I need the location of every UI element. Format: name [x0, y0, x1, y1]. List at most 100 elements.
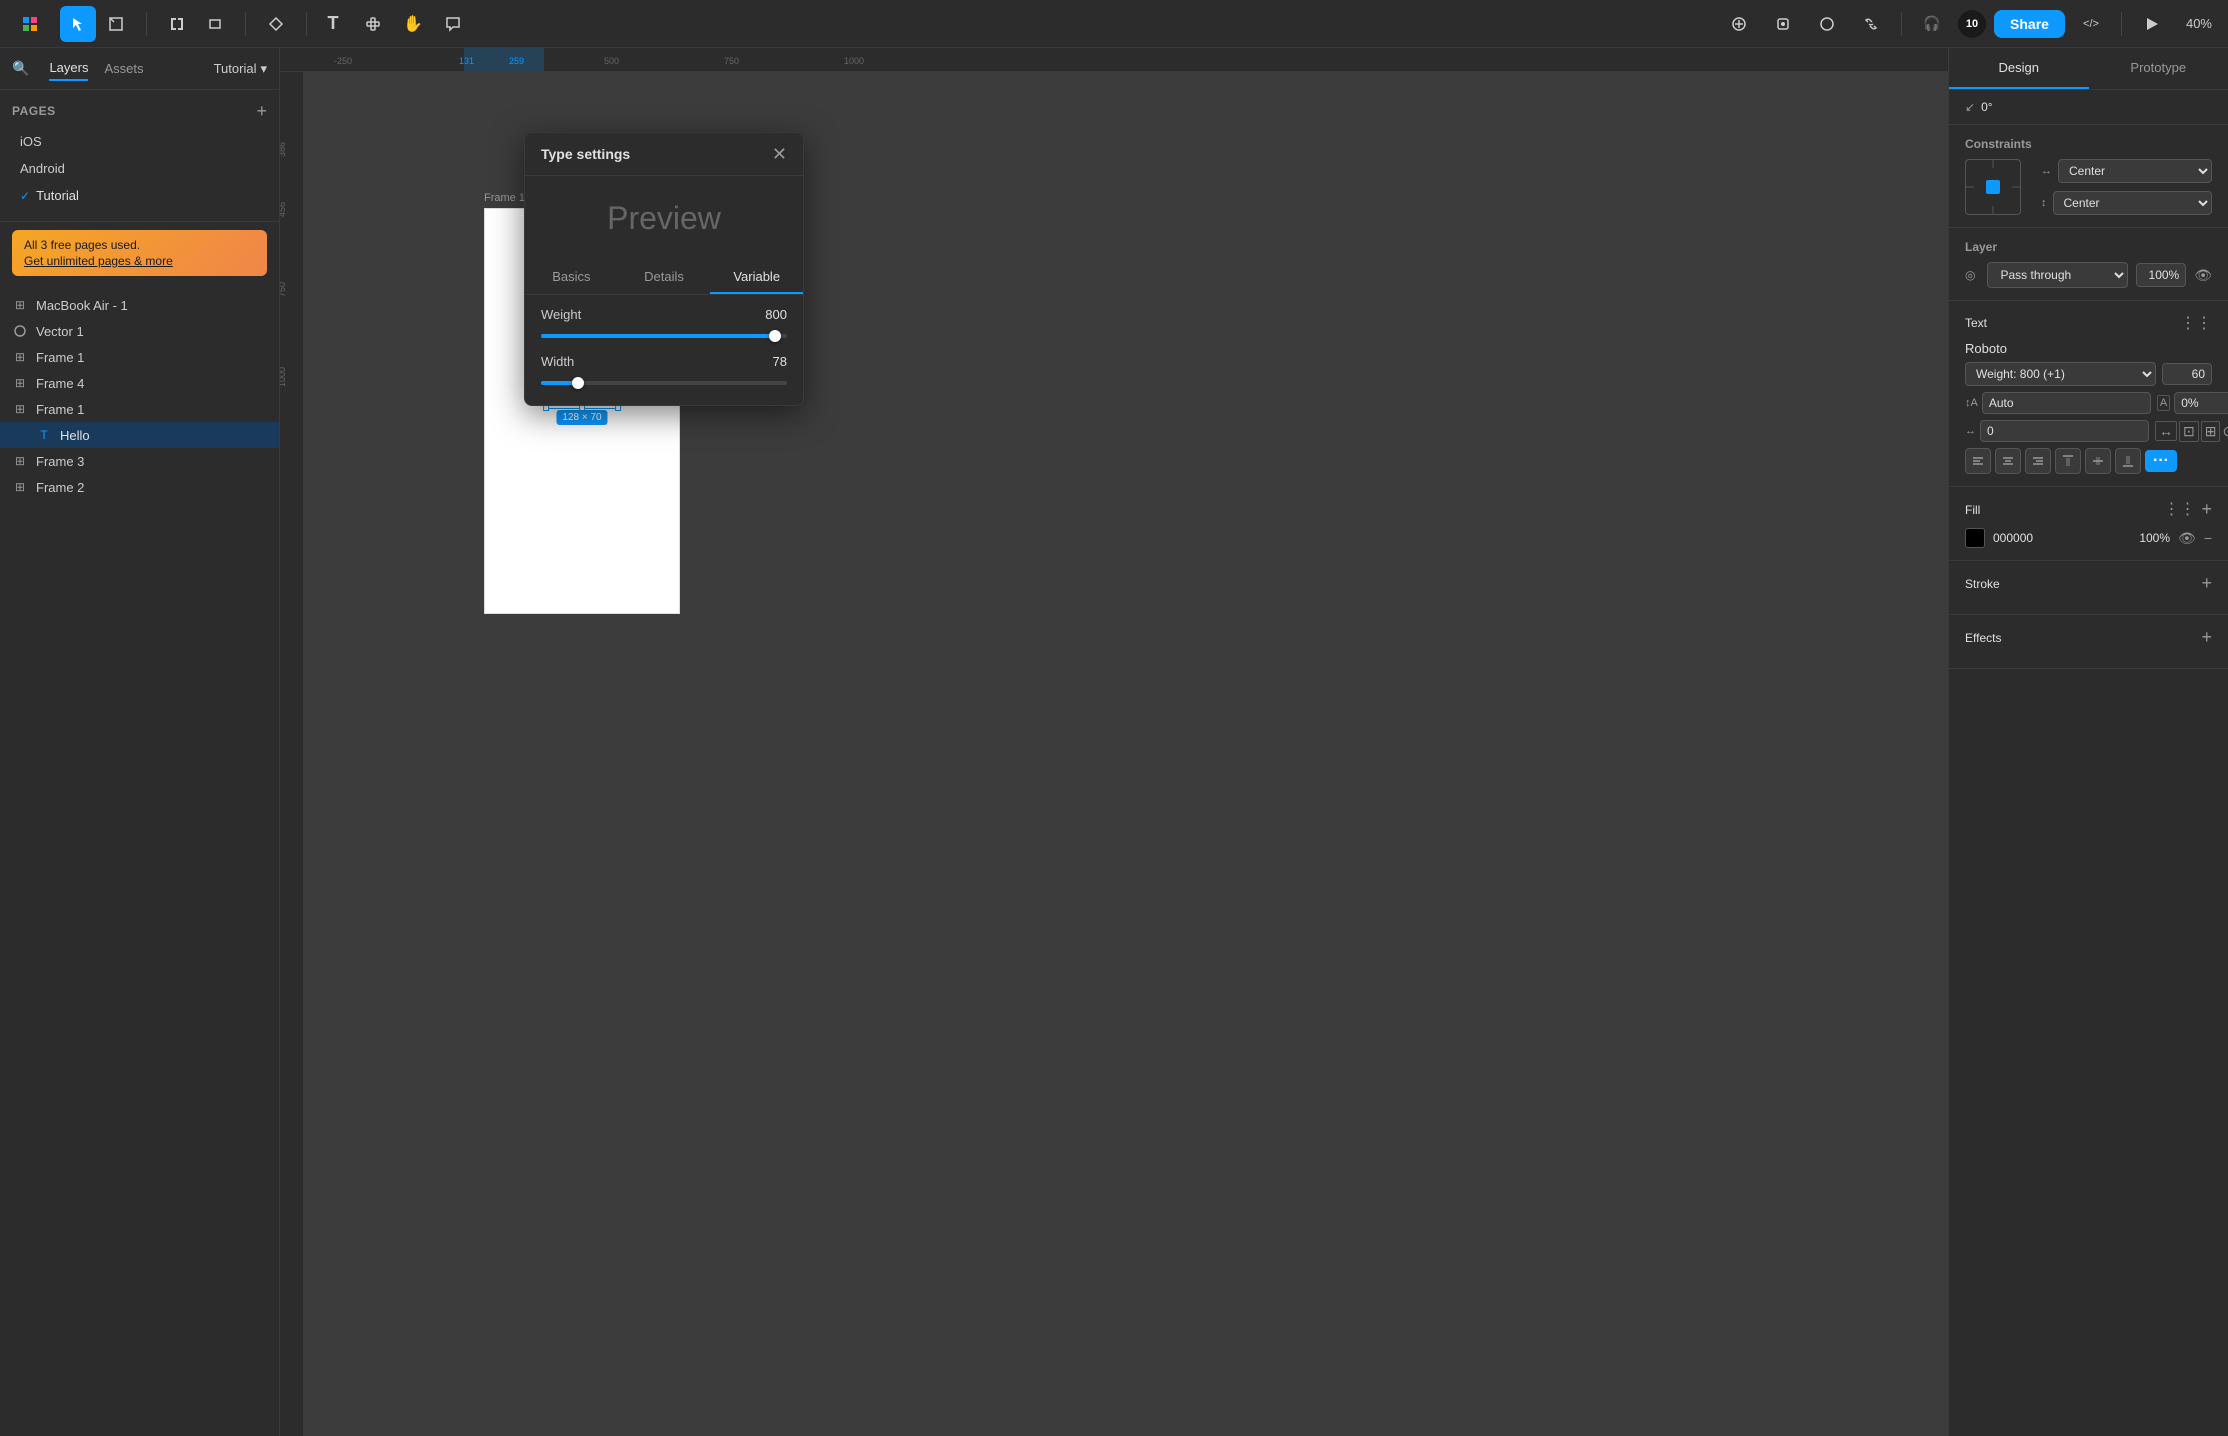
theme-btn[interactable] [1809, 6, 1845, 42]
code-view-btn[interactable]: </> [2073, 6, 2109, 42]
align-left-btn[interactable] [1965, 448, 1991, 474]
text-more-options-btn[interactable]: ··· [2145, 450, 2177, 472]
ruler-mark-500: 500 [604, 56, 619, 66]
weight-slider-thumb[interactable] [769, 330, 781, 342]
width-slider-container[interactable] [541, 381, 787, 385]
modal-close-btn[interactable]: ✕ [772, 145, 787, 163]
text-tool-btn[interactable]: T [315, 6, 351, 42]
page-android[interactable]: Android [12, 155, 267, 182]
page-ios[interactable]: iOS [12, 128, 267, 155]
font-weight-select[interactable]: Weight: 800 (+1)RegularBold [1965, 362, 2156, 386]
layer-hello[interactable]: T Hello [0, 422, 279, 448]
stroke-add-btn[interactable]: + [2201, 573, 2212, 594]
layer-frame2[interactable]: ⊞ Frame 2 [0, 474, 279, 500]
comment-tool-btn[interactable] [435, 6, 471, 42]
fill-add-btn[interactable]: + [2201, 499, 2212, 520]
frame-tool-btn[interactable] [159, 6, 195, 42]
figma-menu-btn[interactable] [12, 6, 48, 42]
shape-tool-btn[interactable] [197, 6, 233, 42]
valign-middle-btn[interactable] [2085, 448, 2111, 474]
fill-visibility-btn[interactable]: 👁 [2178, 530, 2196, 547]
fill-remove-btn[interactable]: − [2204, 530, 2212, 546]
play-btn[interactable] [2134, 6, 2170, 42]
valign-top-btn[interactable] [2055, 448, 2081, 474]
constraint-center [1986, 180, 2000, 194]
rotation-value[interactable]: 0° [1981, 100, 1992, 114]
effects-add-btn[interactable]: + [2201, 627, 2212, 648]
tab-layers[interactable]: Layers [49, 56, 88, 81]
select-tool-btn[interactable] [60, 6, 96, 42]
fill-opacity[interactable]: 100% [2130, 531, 2170, 545]
text-options-icon[interactable]: ⋮⋮ [2180, 313, 2212, 333]
width-slider-thumb[interactable] [572, 377, 584, 389]
ruler-mark-minus250: -250 [334, 56, 352, 66]
blend-mode-select[interactable]: Pass throughNormalMultiplyScreen [1987, 262, 2128, 288]
upgrade-link[interactable]: Get unlimited pages & more [24, 254, 255, 268]
hand-tool-btn[interactable]: ✋ [395, 6, 431, 42]
search-icon[interactable]: 🔍 [12, 60, 29, 77]
fill-swatch[interactable] [1965, 528, 1985, 548]
v-constraint-select[interactable]: CenterTopBottomScale [2053, 191, 2213, 215]
layer-frame4[interactable]: ⊞ Frame 4 [0, 370, 279, 396]
ruler-mark-750: 750 [724, 56, 739, 66]
component-tool-btn[interactable] [355, 6, 391, 42]
pen-tool-btn[interactable] [258, 6, 294, 42]
valign-bottom-btn[interactable] [2115, 448, 2141, 474]
canvas-content[interactable]: Frame 1 Hello [304, 72, 1948, 1436]
align-center-btn[interactable] [1995, 448, 2021, 474]
canvas-area[interactable]: -250 131 259 500 750 1000 386 456 750 10… [280, 48, 1948, 1436]
layer-frame1b[interactable]: ⊞ Frame 1 [0, 396, 279, 422]
text-section: Text ⋮⋮ Roboto Weight: 800 (+1)RegularBo… [1949, 301, 2228, 487]
modal-tab-details[interactable]: Details [618, 261, 711, 294]
rotation-icon: ↙ [1965, 100, 1975, 114]
modal-header: Type settings ✕ [525, 133, 803, 176]
align-right-btn[interactable] [2025, 448, 2051, 474]
ruler-mark-259: 259 [509, 56, 524, 66]
ruler-highlight [464, 48, 544, 72]
weight-slider-container[interactable] [541, 334, 787, 338]
layer-vector1[interactable]: Vector 1 [0, 318, 279, 344]
constraints-tool-btn[interactable] [1721, 6, 1757, 42]
auto-input[interactable] [1982, 392, 2151, 414]
plugins-btn[interactable] [1765, 6, 1801, 42]
text-icon-3: ⊞ [2201, 421, 2221, 442]
constraint-line-right [2012, 187, 2020, 188]
audio-btn[interactable]: 🎧 [1914, 6, 1950, 42]
modal-title: Type settings [541, 146, 630, 162]
text-icon-1: ↔ [2155, 421, 2177, 441]
pages-add-btn[interactable]: + [256, 102, 267, 120]
modal-tab-variable[interactable]: Variable [710, 261, 803, 294]
scale-tool-btn[interactable] [98, 6, 134, 42]
fill-header: Fill ⋮⋮ + [1965, 499, 2212, 520]
width-slider[interactable] [541, 381, 787, 385]
text-extra-icon[interactable]: ⊙ [2222, 423, 2228, 440]
fill-hex[interactable]: 000000 [1993, 531, 2122, 545]
file-label[interactable]: Tutorial ▾ [214, 61, 267, 77]
font-name[interactable]: Roboto [1965, 341, 2212, 356]
layer-section: Layer ◎ Pass throughNormalMultiplyScreen… [1949, 228, 2228, 301]
avatar-btn[interactable]: 10 [1958, 10, 1986, 38]
font-size-input[interactable] [2162, 363, 2212, 385]
tab-design[interactable]: Design [1949, 48, 2089, 89]
zoom-level[interactable]: 40% [2178, 12, 2220, 35]
tab-prototype[interactable]: Prototype [2089, 48, 2228, 89]
modal-tabs: Basics Details Variable [525, 261, 803, 295]
opacity-input[interactable] [2136, 263, 2186, 287]
layer-frame1a[interactable]: ⊞ Frame 1 [0, 344, 279, 370]
modal-tab-basics[interactable]: Basics [525, 261, 618, 294]
page-checkmark-icon: ✓ [20, 189, 30, 203]
layer-frame3[interactable]: ⊞ Frame 3 [0, 448, 279, 474]
right-tabs: Design Prototype [1949, 48, 2228, 90]
link-btn[interactable] [1853, 6, 1889, 42]
toolbar-main-tools [8, 6, 52, 42]
fill-grid-icon[interactable]: ⋮⋮ [2163, 499, 2195, 520]
page-tutorial[interactable]: ✓ Tutorial [12, 182, 267, 209]
tracking-input[interactable] [2174, 392, 2228, 414]
weight-slider[interactable] [541, 334, 787, 338]
visibility-btn[interactable]: 👁 [2194, 267, 2212, 284]
layer-macbook[interactable]: ⊞ MacBook Air - 1 [0, 292, 279, 318]
leading-input[interactable] [1980, 420, 2149, 442]
h-constraint-select[interactable]: CenterLeftRightScale [2058, 159, 2212, 183]
share-button[interactable]: Share [1994, 10, 2065, 38]
tab-assets[interactable]: Assets [104, 57, 143, 80]
